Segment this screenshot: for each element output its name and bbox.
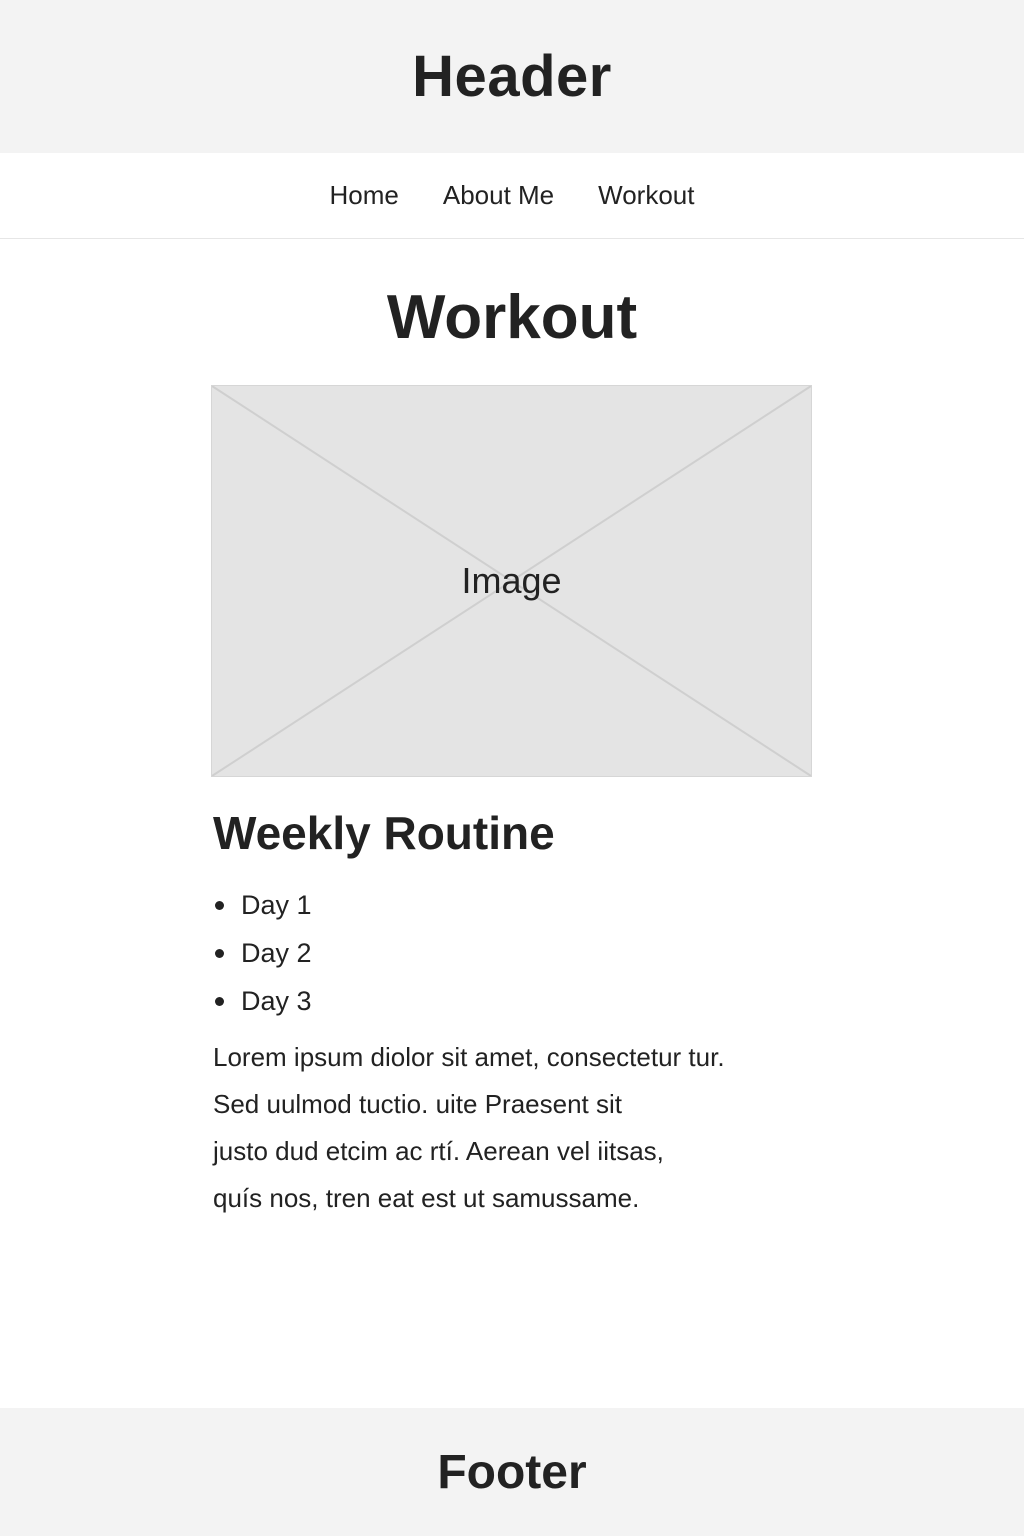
page-footer: Footer	[0, 1408, 1024, 1536]
nav-link-about-me[interactable]: About Me	[443, 180, 554, 211]
page-header: Header	[0, 0, 1024, 153]
routine-list: Day 1 Day 2 Day 3	[213, 882, 312, 1026]
paragraph-line: Lorem ipsum diolor sit amet, consectetur…	[213, 1042, 725, 1072]
footer-title: Footer	[437, 1445, 587, 1499]
page: Header Home About Me Workout Workout Ima…	[0, 0, 1024, 1536]
list-item-label: Day 1	[241, 890, 312, 920]
list-item: Day 3	[213, 978, 312, 1026]
section-title: Weekly Routine	[213, 807, 555, 859]
paragraph-line: justo dud etcim ac rtí. Aerean vel iitsa…	[213, 1136, 664, 1166]
list-item-label: Day 3	[241, 986, 312, 1016]
list-item-label: Day 2	[241, 938, 312, 968]
nav-link-home[interactable]: Home	[330, 180, 399, 211]
header-title: Header	[412, 44, 612, 109]
paragraph-line: Sed uulmod tuctio. uite Praesent sit	[213, 1089, 623, 1119]
bullet-icon	[215, 949, 224, 958]
image-label: Image	[461, 560, 562, 601]
body-paragraph: Lorem ipsum diolor sit amet, consectetur…	[213, 1034, 813, 1222]
bullet-icon	[215, 997, 224, 1006]
list-item: Day 1	[213, 882, 312, 930]
list-item: Day 2	[213, 930, 312, 978]
image-placeholder: Image	[211, 385, 812, 777]
nav-link-workout[interactable]: Workout	[598, 180, 694, 211]
page-title: Workout	[386, 283, 638, 352]
paragraph-line: quís nos, tren eat est ut samussame.	[213, 1183, 640, 1213]
bullet-icon	[215, 901, 224, 910]
main-nav: Home About Me Workout	[0, 153, 1024, 239]
